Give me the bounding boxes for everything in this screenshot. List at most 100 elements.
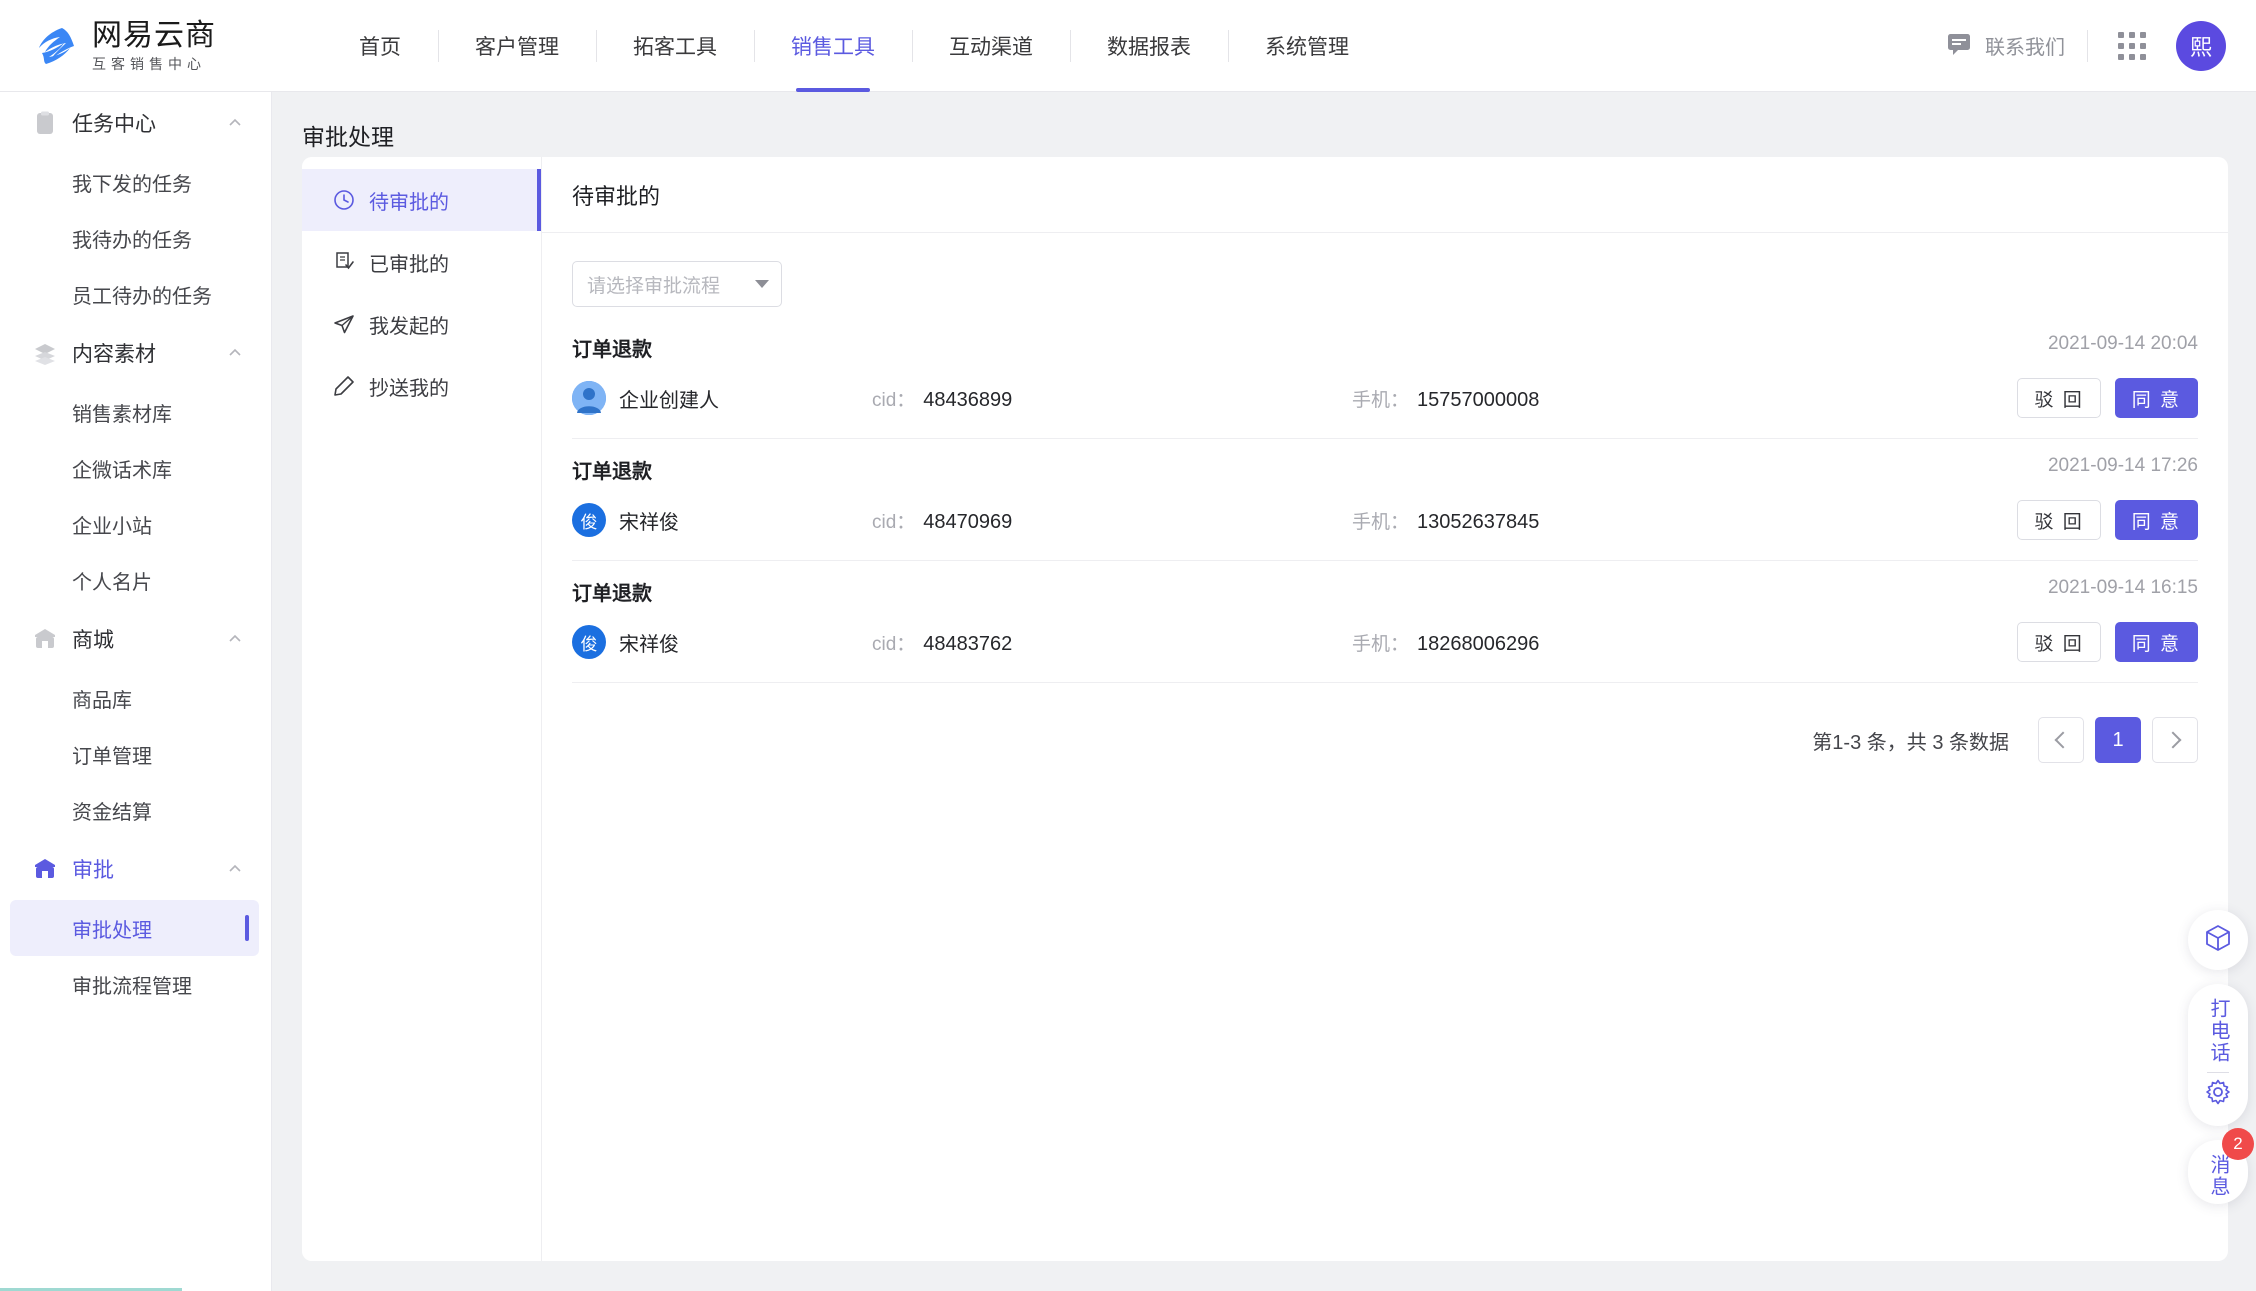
phone-label: 手机： — [1352, 389, 1410, 411]
shop-icon — [32, 626, 58, 652]
sidebar-group-approval[interactable]: 审批 — [0, 838, 271, 900]
sidebar-item-my-todo-tasks[interactable]: 我待办的任务 — [0, 210, 271, 266]
sidebar-item-label: 商品库 — [72, 689, 132, 712]
divider — [2207, 1072, 2229, 1073]
tab-label: 已审批的 — [369, 253, 449, 276]
brand-subtitle: 互客销售中心 — [92, 55, 206, 72]
sidebar-group-label: 商城 — [72, 629, 114, 652]
topnav-label: 首页 — [359, 35, 401, 59]
phone-label: 手机： — [1352, 633, 1410, 655]
sidebar-item-my-assigned-tasks[interactable]: 我下发的任务 — [0, 154, 271, 210]
approval-actions: 驳 回 同 意 — [2017, 378, 2198, 418]
pagination-next-button[interactable] — [2152, 717, 2198, 763]
tab-approved[interactable]: 已审批的 — [302, 231, 541, 293]
pagination-page-1[interactable]: 1 — [2095, 717, 2141, 763]
tab-cc-to-me[interactable]: 抄送我的 — [302, 355, 541, 417]
cid-value: 48436899 — [923, 388, 1013, 411]
tab-pending-approval[interactable]: 待审批的 — [302, 169, 541, 231]
approval-list-body: 请选择审批流程 订单退款 企业创建人 cid： 48436899 手机： 157… — [542, 233, 2228, 1261]
topnav-item-channels[interactable]: 互动渠道 — [912, 0, 1070, 92]
topnav-label: 拓客工具 — [633, 35, 717, 59]
sidebar-item-wecom-script-library[interactable]: 企微话术库 — [0, 440, 271, 496]
pagination-prev-button[interactable] — [2038, 717, 2084, 763]
call-widget-button[interactable]: 打电话 — [2188, 984, 2248, 1126]
active-indicator — [245, 915, 249, 941]
sidebar-item-approval-flow-management[interactable]: 审批流程管理 — [0, 956, 271, 1012]
approve-button[interactable]: 同 意 — [2114, 500, 2198, 540]
content-title: 待审批的 — [542, 157, 2228, 233]
cube-icon — [2203, 923, 2233, 958]
sidebar-group-label: 内容素材 — [72, 343, 156, 366]
gear-icon[interactable] — [2205, 1079, 2231, 1110]
send-icon — [332, 312, 356, 336]
sidebar-item-staff-todo-tasks[interactable]: 员工待办的任务 — [0, 266, 271, 322]
reject-button[interactable]: 驳 回 — [2017, 500, 2101, 540]
sidebar-item-label: 审批流程管理 — [72, 975, 192, 998]
sidebar-item-label: 订单管理 — [72, 745, 152, 768]
approval-title: 订单退款 — [572, 461, 652, 483]
approval-list-item[interactable]: 订单退款 企业创建人 cid： 48436899 手机： 15757000008… — [572, 317, 2198, 439]
phone-field: 手机： 15757000008 — [1352, 385, 1539, 412]
sidebar-item-fund-settlement[interactable]: 资金结算 — [0, 782, 271, 838]
sidebar-item-product-library[interactable]: 商品库 — [0, 670, 271, 726]
topnav-item-reports[interactable]: 数据报表 — [1070, 0, 1228, 92]
approve-button[interactable]: 同 意 — [2114, 622, 2198, 662]
app-root: 网易云商 互客销售中心 首页 客户管理 拓客工具 销售工具 互动渠道 数据报表 … — [0, 0, 2256, 1291]
topnav-item-customer[interactable]: 客户管理 — [438, 0, 596, 92]
top-header: 网易云商 互客销售中心 首页 客户管理 拓客工具 销售工具 互动渠道 数据报表 … — [0, 0, 2256, 92]
call-label: 打电话 — [2207, 998, 2229, 1064]
sidebar-item-label: 个人名片 — [72, 571, 152, 594]
phone-field: 手机： 18268006296 — [1352, 629, 1539, 656]
contact-us-button[interactable]: 联系我们 — [1946, 30, 2087, 61]
layers-icon — [32, 340, 58, 366]
user-avatar[interactable]: 熙 — [2176, 20, 2226, 71]
applicant-name: 企业创建人 — [619, 389, 719, 412]
sidebar-group-content-material[interactable]: 内容素材 — [0, 322, 271, 384]
chevron-up-icon — [227, 861, 243, 877]
top-navigation: 首页 客户管理 拓客工具 销售工具 互动渠道 数据报表 系统管理 — [322, 0, 1386, 92]
phone-label: 手机： — [1352, 511, 1410, 533]
topnav-label: 系统管理 — [1265, 35, 1349, 59]
sidebar-item-personal-card[interactable]: 个人名片 — [0, 552, 271, 608]
reject-button[interactable]: 驳 回 — [2017, 378, 2101, 418]
header-right-tools: 联系我们 熙 — [1946, 20, 2256, 71]
topnav-item-system[interactable]: 系统管理 — [1228, 0, 1386, 92]
applicant: 俊 宋祥俊 — [572, 625, 872, 659]
brand-logo[interactable]: 网易云商 互客销售中心 — [0, 19, 280, 73]
sidebar-item-label: 员工待办的任务 — [72, 285, 212, 308]
tab-initiated-by-me[interactable]: 我发起的 — [302, 293, 541, 355]
cube-widget-button[interactable] — [2188, 910, 2248, 970]
approval-content: 待审批的 请选择审批流程 订单退款 企业创建人 cid： 48436899 手机… — [542, 157, 2228, 1261]
approval-flow-select[interactable]: 请选择审批流程 — [572, 261, 782, 307]
approve-button[interactable]: 同 意 — [2114, 378, 2198, 418]
reject-button[interactable]: 驳 回 — [2017, 622, 2101, 662]
message-widget-button[interactable]: 2 消息 — [2188, 1128, 2254, 1204]
approval-list-item[interactable]: 订单退款 俊 宋祥俊 cid： 48483762 手机： 18268006296… — [572, 561, 2198, 683]
sidebar-group-mall[interactable]: 商城 — [0, 608, 271, 670]
cid-field: cid： 48436899 — [872, 385, 1352, 412]
sidebar-item-approval-processing[interactable]: 审批处理 — [10, 900, 259, 956]
apps-grid-icon[interactable] — [2118, 31, 2146, 60]
topnav-item-sales-tools[interactable]: 销售工具 — [754, 0, 912, 92]
pagination-summary: 第1-3 条，共 3 条数据 — [1812, 731, 2009, 754]
chevron-down-icon — [755, 280, 769, 288]
topnav-label: 数据报表 — [1107, 35, 1191, 59]
tab-label: 我发起的 — [369, 315, 449, 338]
cid-label: cid： — [872, 633, 916, 655]
approval-list-item[interactable]: 订单退款 俊 宋祥俊 cid： 48470969 手机： 13052637845… — [572, 439, 2198, 561]
phone-value: 13052637845 — [1417, 510, 1540, 533]
avatar — [572, 381, 606, 415]
content-card: 待审批的 已审批的 我发起的 抄送我的 待审批的 请选择审批流程 订单退款 企业… — [302, 157, 2228, 1261]
tab-label: 抄送我的 — [369, 377, 449, 400]
sidebar-item-label: 我下发的任务 — [72, 173, 192, 196]
sidebar-item-order-management[interactable]: 订单管理 — [0, 726, 271, 782]
sidebar-item-label: 我待办的任务 — [72, 229, 192, 252]
page-title: 审批处理 — [302, 124, 394, 150]
sidebar-item-company-microsite[interactable]: 企业小站 — [0, 496, 271, 552]
sidebar-group-task-center[interactable]: 任务中心 — [0, 92, 271, 154]
tab-label: 待审批的 — [369, 191, 449, 214]
approval-actions: 驳 回 同 意 — [2017, 500, 2198, 540]
topnav-item-acquisition[interactable]: 拓客工具 — [596, 0, 754, 92]
topnav-item-home[interactable]: 首页 — [322, 0, 438, 92]
sidebar-item-sales-material-library[interactable]: 销售素材库 — [0, 384, 271, 440]
